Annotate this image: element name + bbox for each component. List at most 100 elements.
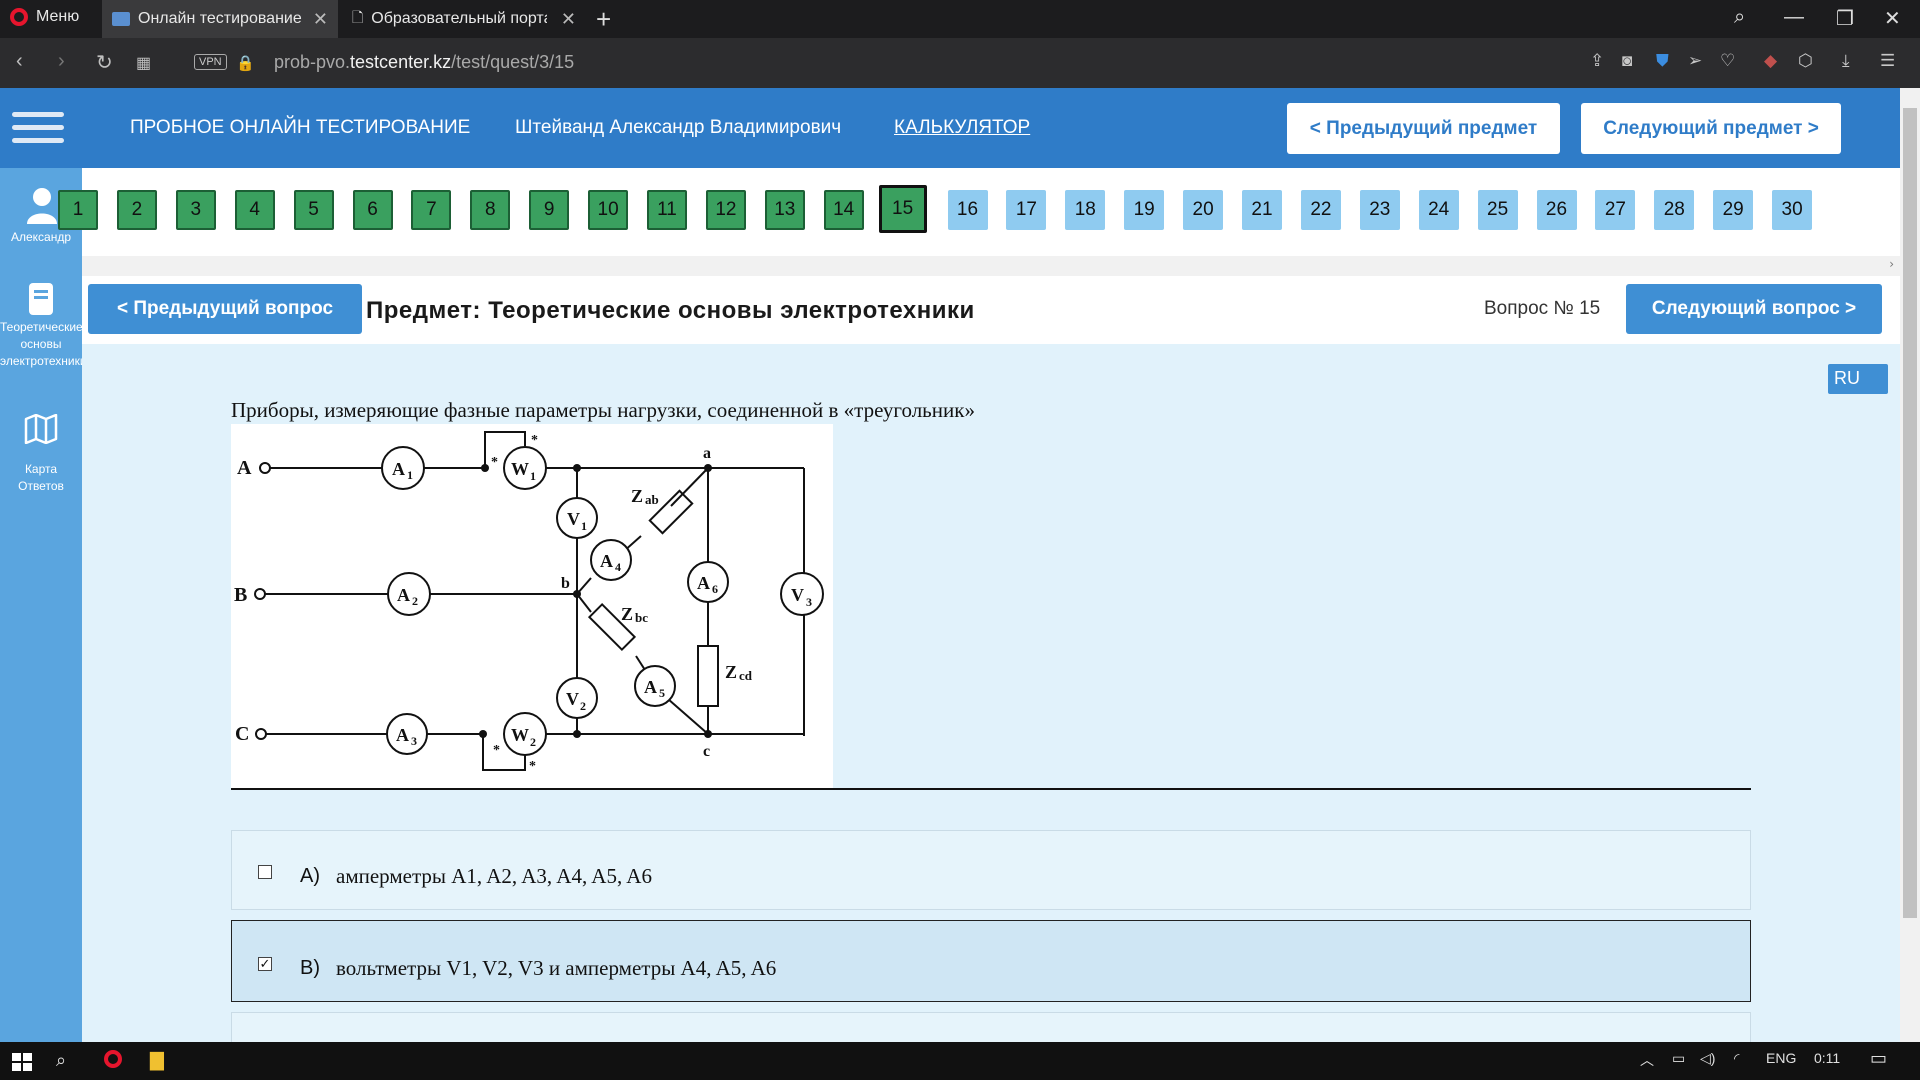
answer-option-b[interactable]: ✓ B) вольтметры V1, V2, V3 и амперметры … xyxy=(231,920,1751,1002)
question-number-button[interactable]: 12 xyxy=(705,190,746,230)
question-number-button[interactable]: 28 xyxy=(1654,190,1695,230)
svg-text:*: * xyxy=(529,759,536,774)
chevron-up-icon[interactable]: ︿ xyxy=(1640,1050,1654,1070)
language-button[interactable]: RU xyxy=(1828,364,1888,394)
next-question-button[interactable]: Следующий вопрос > xyxy=(1626,284,1882,334)
svg-text:cd: cd xyxy=(739,668,753,683)
next-subject-button[interactable]: Следующий предмет > xyxy=(1581,103,1841,154)
share-icon[interactable]: ⇪ xyxy=(1590,51,1604,71)
question-number-button[interactable]: 16 xyxy=(947,190,988,230)
question-number-button[interactable]: 5 xyxy=(293,190,334,230)
notifications-icon[interactable]: ▭ xyxy=(1870,1048,1887,1069)
question-number-button[interactable]: 15 xyxy=(878,185,927,233)
tab-close-icon[interactable]: ✕ xyxy=(313,9,328,30)
prev-subject-button[interactable]: < Предыдущий предмет xyxy=(1287,103,1560,154)
vpn-badge[interactable]: VPN xyxy=(194,54,227,70)
question-number-button[interactable]: 14 xyxy=(823,190,864,230)
question-number-button[interactable]: 11 xyxy=(647,190,687,230)
battery-icon[interactable]: ▭ xyxy=(1672,1050,1685,1067)
cube-icon[interactable]: ⬡ xyxy=(1798,51,1813,71)
question-number-button[interactable]: 9 xyxy=(529,190,570,230)
hamburger-menu-icon[interactable] xyxy=(12,112,64,151)
sidebar-item-answer-map[interactable]: Карта Ответов xyxy=(0,413,82,495)
question-number-button[interactable]: 21 xyxy=(1242,190,1282,230)
answer-option-c[interactable] xyxy=(231,1012,1751,1042)
scrollbar-thumb[interactable] xyxy=(1903,108,1917,918)
question-number-button[interactable]: 18 xyxy=(1065,190,1106,230)
question-number-button[interactable]: 7 xyxy=(411,190,452,230)
browser-menu-button[interactable]: Меню xyxy=(10,8,79,26)
browser-tab[interactable]: 🗋 Образовательный портал ✕ xyxy=(342,0,586,38)
svg-text:3: 3 xyxy=(806,595,812,609)
send-icon[interactable]: ➢ xyxy=(1688,51,1702,71)
node-label-a: a xyxy=(703,445,711,462)
strip-scrollbar[interactable]: › xyxy=(82,256,1900,276)
voltmeter-v3-label: V xyxy=(791,585,804,605)
question-number-button[interactable]: 29 xyxy=(1713,190,1754,230)
question-number-button[interactable]: 23 xyxy=(1359,190,1400,230)
calculator-link[interactable]: КАЛЬКУЛЯТОР xyxy=(894,117,1030,139)
heart-icon[interactable]: ♡ xyxy=(1720,51,1735,71)
question-number-button[interactable]: 27 xyxy=(1595,190,1636,230)
question-number-button[interactable]: 19 xyxy=(1124,190,1165,230)
question-number-button[interactable]: 17 xyxy=(1006,190,1047,230)
prev-question-button[interactable]: < Предыдущий вопрос xyxy=(88,284,362,334)
search-icon[interactable]: ⌕ xyxy=(56,1050,66,1071)
clock[interactable]: 0:11 xyxy=(1814,1050,1840,1066)
question-number-button[interactable]: 13 xyxy=(764,190,805,230)
svg-text:4: 4 xyxy=(615,560,621,574)
sidebar-item-subject[interactable]: Теоретические основы электротехники xyxy=(0,282,83,370)
windows-start-icon[interactable] xyxy=(12,1053,32,1071)
voltmeter-v1-label: V xyxy=(567,509,580,529)
question-number-button[interactable]: 1 xyxy=(58,190,98,230)
download-icon[interactable]: ⤓ xyxy=(1842,51,1850,71)
question-number-button[interactable]: 26 xyxy=(1536,190,1577,230)
svg-text:1: 1 xyxy=(530,469,536,483)
wifi-icon[interactable]: ◜ xyxy=(1734,1050,1739,1067)
question-number-button[interactable]: 20 xyxy=(1183,190,1224,230)
scroll-right-icon[interactable]: › xyxy=(1889,257,1894,271)
question-number-button[interactable]: 8 xyxy=(470,190,511,230)
tab-title: Образовательный портал xyxy=(371,10,548,27)
input-language[interactable]: ENG xyxy=(1766,1050,1796,1066)
opera-taskbar-icon[interactable] xyxy=(104,1050,122,1071)
tabs-grid-icon[interactable]: ▦ xyxy=(136,53,151,73)
svg-text:6: 6 xyxy=(712,582,718,596)
question-number-button[interactable]: 24 xyxy=(1418,190,1459,230)
restore-icon[interactable]: ❐ xyxy=(1836,6,1854,31)
question-number-button[interactable]: 4 xyxy=(234,190,275,230)
new-tab-icon[interactable]: + xyxy=(596,4,611,35)
sidebar-user-label: Александр xyxy=(10,230,72,244)
tab-close-icon[interactable]: ✕ xyxy=(561,9,576,30)
question-number-button[interactable]: 30 xyxy=(1772,190,1813,230)
close-window-icon[interactable]: ✕ xyxy=(1884,6,1901,31)
document-icon: 🗋 xyxy=(352,9,364,25)
browser-tab-active[interactable]: Онлайн тестирование ✕ xyxy=(102,0,338,38)
file-explorer-icon[interactable]: ▇ xyxy=(150,1050,164,1071)
search-icon[interactable]: ⌕ xyxy=(1734,6,1745,29)
svg-text:2: 2 xyxy=(580,699,586,713)
forward-icon[interactable]: › xyxy=(58,50,65,73)
reload-icon[interactable]: ↻ xyxy=(96,50,113,75)
question-number-button[interactable]: 6 xyxy=(352,190,393,230)
question-number-button[interactable]: 22 xyxy=(1300,190,1341,230)
page-scrollbar[interactable] xyxy=(1900,88,1920,1042)
question-number-button[interactable]: 10 xyxy=(588,190,629,230)
volume-icon[interactable]: ◁) xyxy=(1700,1050,1715,1067)
extension-icon[interactable]: ◆ xyxy=(1764,51,1777,71)
shield-icon[interactable]: ⛊ xyxy=(1656,51,1669,71)
question-number-button[interactable]: 25 xyxy=(1477,190,1518,230)
question-number-button[interactable]: 2 xyxy=(116,190,157,230)
camera-icon[interactable]: ◙ xyxy=(1622,51,1632,71)
back-icon[interactable]: ‹ xyxy=(16,50,23,73)
browser-menu-label: Меню xyxy=(36,8,80,25)
checkbox-b[interactable]: ✓ xyxy=(258,957,272,971)
url-field[interactable]: prob-pvo.testcenter.kz/test/quest/3/15 xyxy=(274,52,574,73)
checkbox-a[interactable] xyxy=(258,865,272,879)
minimize-icon[interactable]: — xyxy=(1784,6,1804,29)
ammeter-a5-label: A xyxy=(644,677,657,697)
question-number-button[interactable]: 3 xyxy=(175,190,216,230)
answer-option-a[interactable]: A) амперметры A1, A2, A3, A4, A5, A6 xyxy=(231,830,1751,910)
settings-menu-icon[interactable]: ☰ xyxy=(1880,51,1895,71)
tab-favicon-icon xyxy=(112,12,130,26)
